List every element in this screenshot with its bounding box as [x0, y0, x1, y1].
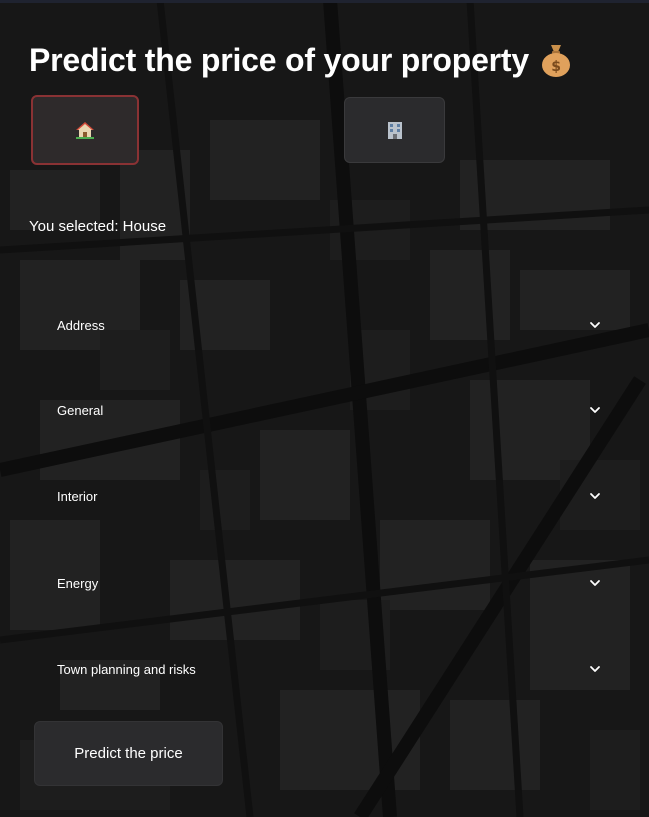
svg-text:$: $ — [551, 59, 561, 75]
expander-label: Energy — [57, 575, 99, 591]
chevron-down-icon — [590, 407, 600, 413]
expander-energy[interactable]: Energy — [33, 555, 615, 611]
chevron-down-icon — [590, 322, 600, 328]
expander-general[interactable]: General — [33, 382, 615, 438]
expander-address[interactable]: Address — [33, 297, 615, 353]
chevron-down-icon — [590, 493, 600, 499]
expander-label: Address — [57, 317, 105, 333]
money-bag-icon: $ — [539, 41, 573, 77]
top-bar — [0, 0, 649, 3]
selection-text: You selected: House — [29, 218, 167, 235]
office-building-icon — [387, 121, 403, 139]
page-title: Predict the price of your property $ — [29, 38, 629, 82]
expander-label: Interior — [57, 488, 98, 504]
house-type-button[interactable] — [31, 95, 139, 165]
apartment-type-button[interactable] — [344, 97, 445, 163]
house-icon — [76, 121, 94, 139]
expander-label: Town planning and risks — [57, 661, 196, 677]
expander-interior[interactable]: Interior — [33, 468, 615, 524]
expander-label: General — [57, 402, 104, 418]
chevron-down-icon — [590, 580, 600, 586]
predict-button[interactable]: Predict the price — [34, 721, 223, 786]
chevron-down-icon — [590, 666, 600, 672]
expander-town-planning[interactable]: Town planning and risks — [33, 641, 615, 697]
